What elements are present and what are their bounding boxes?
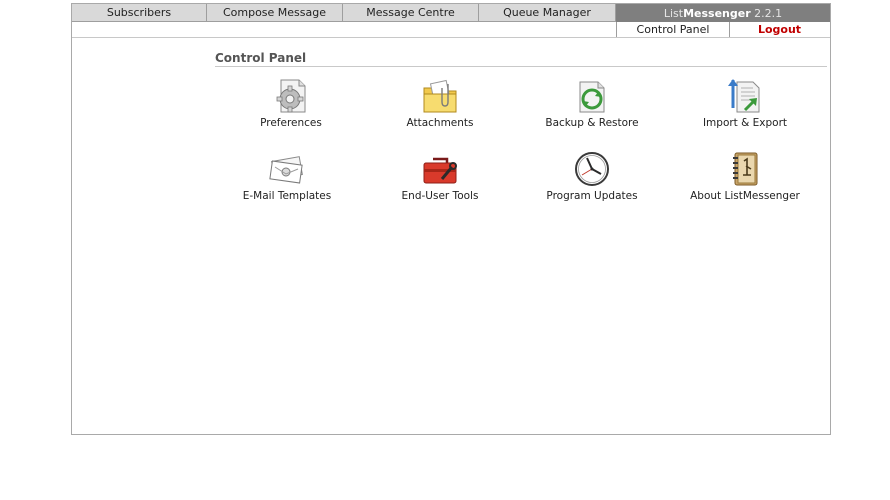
- attachments-label: Attachments: [406, 117, 474, 129]
- program-updates-label: Program Updates: [546, 190, 638, 202]
- app-brand: List Messenger 2.2.1: [616, 4, 830, 22]
- brand-name-bold: Messenger: [683, 6, 751, 20]
- logout-link[interactable]: Logout: [729, 22, 830, 37]
- about-listmessenger-item[interactable]: About ListMessenger: [670, 149, 820, 202]
- brand-name-light: List: [663, 6, 684, 20]
- main-tab-bar: Subscribers Compose Message Message Cent…: [72, 4, 830, 22]
- import-export-label: Import & Export: [702, 117, 788, 129]
- import-export-item[interactable]: Import & Export: [670, 76, 820, 129]
- title-divider: [215, 66, 827, 67]
- tab-subscribers[interactable]: Subscribers: [72, 4, 207, 22]
- brand-version: 2.2.1: [750, 6, 783, 20]
- page-title: Control Panel: [215, 51, 307, 65]
- backup-restore-icon: [579, 81, 605, 113]
- end-user-tools-item[interactable]: End-User Tools: [365, 149, 515, 202]
- address-book-icon: [733, 152, 758, 186]
- preferences-label: Preferences: [260, 117, 322, 129]
- end-user-tools-label: End-User Tools: [401, 190, 479, 202]
- about-listmessenger-label: About ListMessenger: [690, 190, 800, 202]
- import-export-icon: [728, 79, 760, 113]
- email-templates-item[interactable]: E-Mail Templates: [212, 149, 362, 202]
- subnav-control-panel-link[interactable]: Control Panel: [616, 22, 730, 37]
- program-updates-item[interactable]: Program Updates: [517, 149, 667, 202]
- email-envelope-icon: [269, 156, 303, 184]
- clock-icon: [575, 152, 609, 186]
- tab-message-centre[interactable]: Message Centre: [343, 4, 479, 22]
- attachments-item[interactable]: Attachments: [365, 76, 515, 129]
- email-templates-label: E-Mail Templates: [242, 190, 332, 202]
- folder-paperclip-icon: [423, 79, 457, 113]
- backup-restore-item[interactable]: Backup & Restore: [517, 76, 667, 129]
- preferences-item[interactable]: Preferences: [216, 76, 366, 129]
- sub-nav-bar: Control Panel Logout: [72, 22, 830, 38]
- tab-compose-message[interactable]: Compose Message: [207, 4, 343, 22]
- preferences-gear-icon: [276, 79, 306, 113]
- toolbox-icon: [423, 157, 457, 184]
- app-frame: Subscribers Compose Message Message Cent…: [71, 3, 831, 435]
- tab-queue-manager[interactable]: Queue Manager: [479, 4, 616, 22]
- backup-restore-label: Backup & Restore: [545, 117, 639, 129]
